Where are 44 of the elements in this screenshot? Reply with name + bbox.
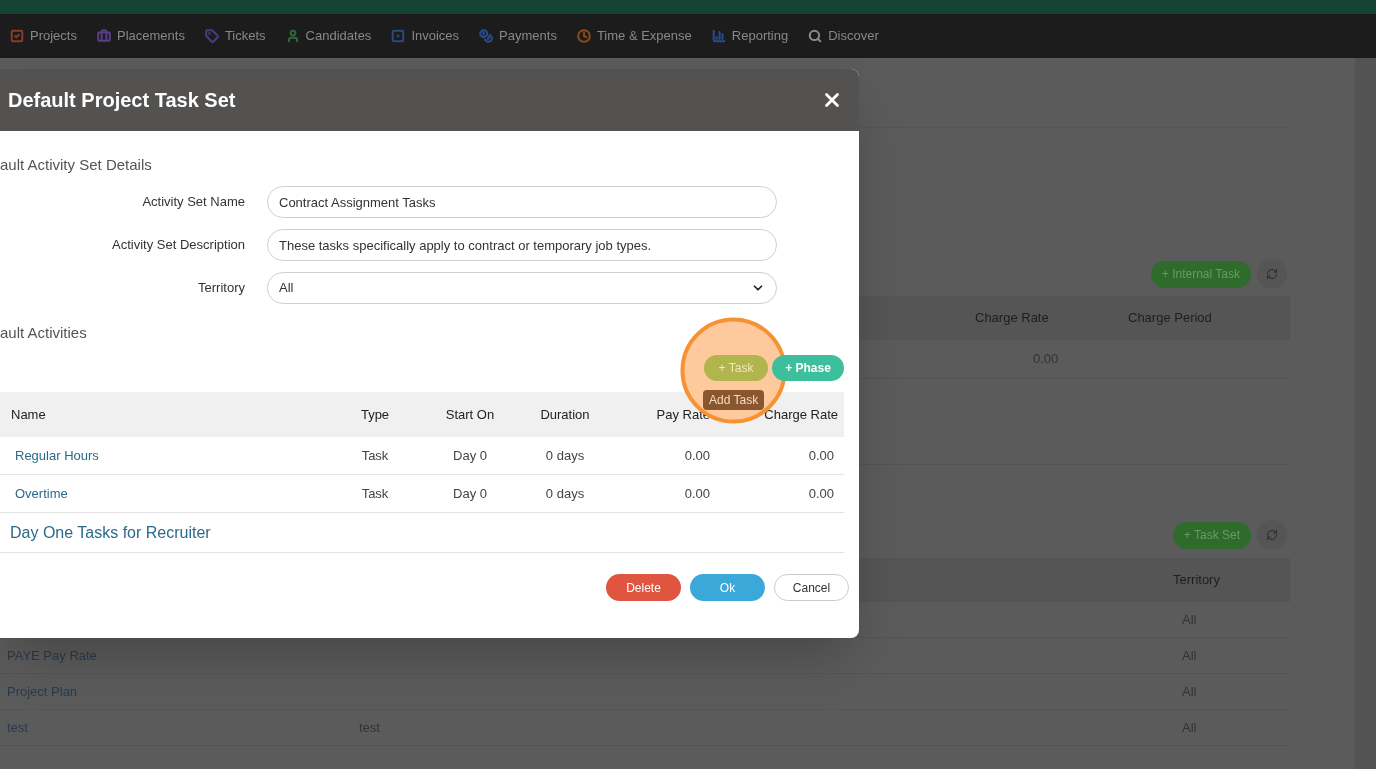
section-heading: ault Activity Set Details <box>0 156 153 174</box>
nav-link[interactable]: Time & Expense <box>576 26 692 46</box>
field-label: Activity Set Description <box>111 236 245 255</box>
field-label: Activity Set Name <box>141 193 245 212</box>
column-header: Name <box>10 405 47 424</box>
table-cell-text: 0 days <box>544 446 586 465</box>
table-cell-text: Day 0 <box>452 446 488 465</box>
nav-link[interactable]: Discover <box>808 26 879 46</box>
table-cell-text: 0.00 <box>807 446 835 465</box>
column-header: Territory <box>1173 571 1221 590</box>
column-header: Duration <box>539 405 591 424</box>
refresh-icon <box>1266 529 1278 541</box>
nav-link[interactable]: Projects <box>10 26 77 46</box>
table-cell-text: Task <box>360 484 390 503</box>
refresh-button[interactable] <box>1257 520 1287 550</box>
nav-link[interactable]: Invoices <box>391 26 460 46</box>
nav-link[interactable]: Tickets <box>204 26 266 46</box>
refresh-icon <box>1266 268 1278 280</box>
activity-link[interactable]: Overtime <box>15 485 68 501</box>
table-cell-text: 0.00 <box>683 446 710 465</box>
table-cell-text: 0.00 <box>807 484 835 503</box>
table-cell-text: Day 0 <box>452 484 488 503</box>
dialog-title: Default Project Task Set <box>8 88 236 113</box>
field-label: Territory <box>197 279 245 298</box>
column-header: Type <box>359 405 391 424</box>
refresh-button[interactable] <box>1257 259 1287 289</box>
delete-button[interactable]: Delete <box>606 574 681 601</box>
nav-link[interactable]: Reporting <box>711 26 789 46</box>
table-cell-text: 0 days <box>544 484 586 503</box>
task-group-link[interactable]: Day One Tasks for Recruiter <box>10 520 211 545</box>
column-header: Charge Rate <box>763 405 839 424</box>
cancel-button[interactable]: Cancel <box>774 574 849 601</box>
text-field[interactable]: Contract Assignment Tasks <box>267 186 777 218</box>
tooltip: Add Task <box>703 390 765 410</box>
nav-link[interactable]: Candidates <box>285 26 372 46</box>
ok-button[interactable]: Ok <box>690 574 765 601</box>
column-header: Start On <box>444 405 496 424</box>
activity-link[interactable]: Regular Hours <box>15 447 99 463</box>
section-heading: ault Activities <box>0 324 88 342</box>
nav-link[interactable]: Placements <box>96 26 185 46</box>
table-cell-text: 0.00 <box>683 484 710 503</box>
table-cell-text: Task <box>360 446 390 465</box>
text-field[interactable]: These tasks specifically apply to contract or temporary job types. <box>267 229 777 261</box>
nav-link[interactable]: Payments <box>479 26 557 46</box>
